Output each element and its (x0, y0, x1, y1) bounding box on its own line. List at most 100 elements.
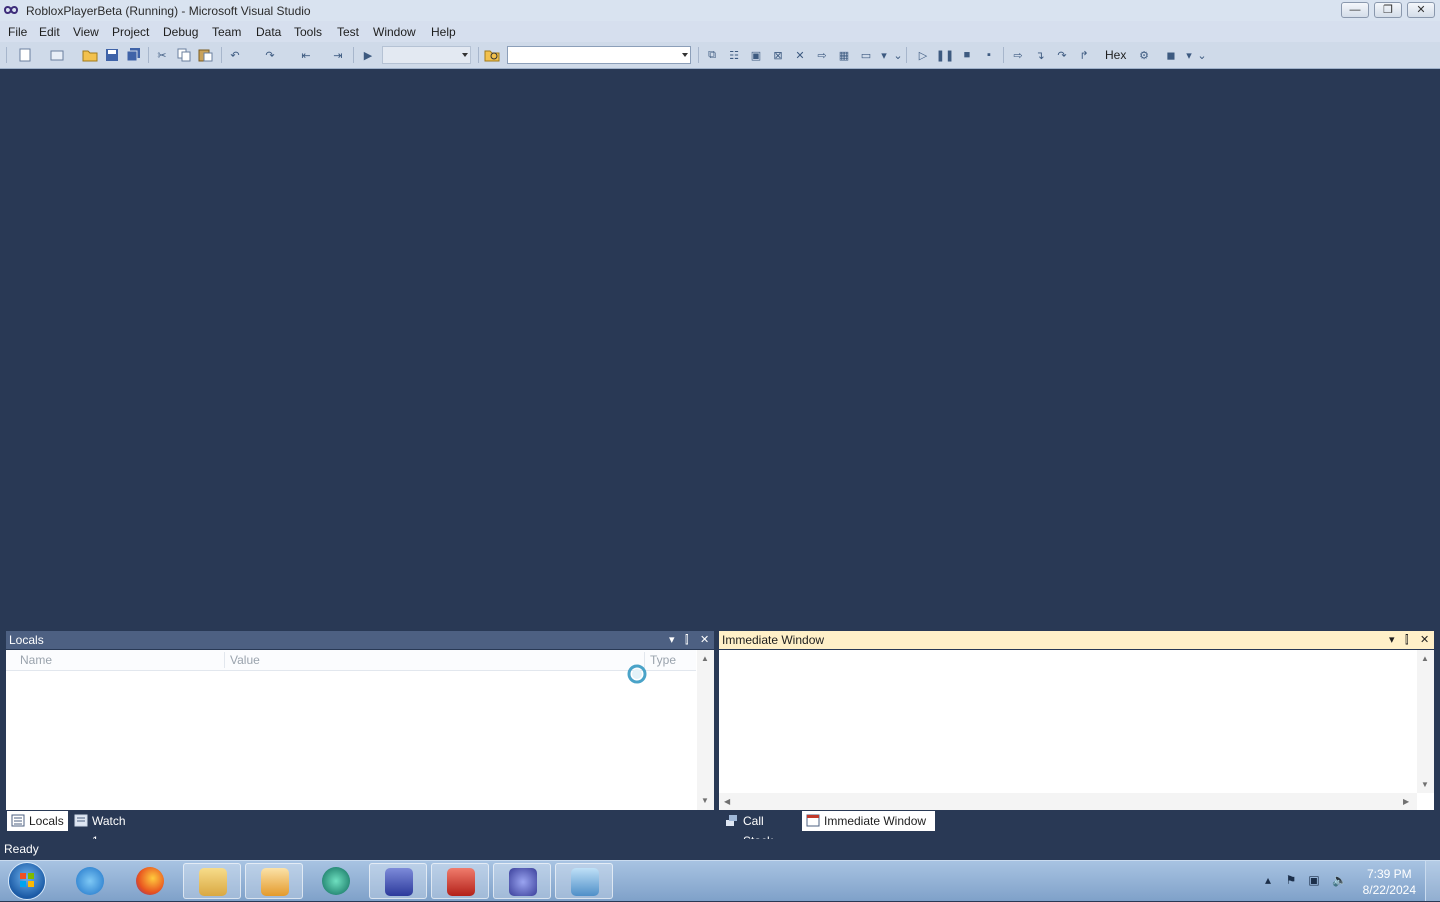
column-type[interactable]: Type (650, 653, 676, 667)
windows-icon[interactable]: ◼ (1163, 47, 1179, 63)
break-all-icon[interactable]: ❚❚ (936, 47, 954, 63)
step-out-icon[interactable]: ↱ (1076, 47, 1092, 63)
immediate-window-editor[interactable]: ▲ ▼ ◀ ▶ (719, 650, 1434, 810)
internet-explorer-icon (76, 867, 104, 895)
menu-test[interactable]: Test (337, 25, 359, 39)
solution-explorer-icon[interactable]: ⧉ (704, 47, 720, 63)
restart-icon[interactable]: ▪ (981, 47, 997, 63)
tab-locals[interactable]: Locals (7, 811, 68, 831)
close-icon: ✕ (1416, 4, 1426, 16)
restore-button[interactable]: ❐ (1374, 2, 1402, 18)
taskbar-media-player[interactable] (245, 863, 303, 899)
menu-help[interactable]: Help (431, 25, 456, 39)
action-center-flag-icon[interactable]: ⚑ (1284, 873, 1298, 887)
menu-project[interactable]: Project (112, 25, 149, 39)
close-button[interactable]: ✕ (1407, 2, 1435, 18)
close-icon[interactable]: ✕ (700, 631, 709, 649)
tab-call-stack[interactable]: Call Stack (721, 811, 801, 848)
redo-icon[interactable]: ↷ (262, 47, 278, 63)
menu-debug[interactable]: Debug (163, 25, 198, 39)
menu-tools[interactable]: Tools (294, 25, 322, 39)
scroll-right-icon[interactable]: ▶ (1403, 797, 1409, 806)
start-button[interactable] (8, 862, 46, 900)
continue-icon[interactable]: ▷ (915, 47, 931, 63)
network-icon[interactable]: ▣ (1307, 873, 1321, 887)
immediate-window-header[interactable]: Immediate Window ▾ ⫿ ✕ (719, 631, 1434, 649)
menu-data[interactable]: Data (256, 25, 281, 39)
taskbar-visual-studio-tool[interactable] (369, 863, 427, 899)
save-all-icon[interactable] (126, 47, 142, 63)
start-page-icon[interactable]: ⇨ (814, 47, 830, 63)
minimize-button[interactable]: — (1341, 2, 1369, 18)
show-desktop-button[interactable] (1425, 861, 1440, 901)
tab-label: Immediate Window (824, 814, 927, 828)
taskbar-file-explorer[interactable] (183, 863, 241, 899)
navigate-backward-icon[interactable]: ⇤ (298, 47, 314, 63)
add-item-icon[interactable] (49, 47, 65, 63)
menu-view[interactable]: View (73, 25, 99, 39)
panel-dropdown-icon[interactable]: ▾ (669, 631, 675, 649)
toolbar-overflow-icon[interactable]: ⌄ (890, 47, 906, 63)
column-value[interactable]: Value (230, 653, 260, 667)
save-icon[interactable] (104, 47, 120, 63)
taskbar-control-panel[interactable] (555, 863, 613, 899)
menu-window[interactable]: Window (373, 25, 416, 39)
pin-icon[interactable]: ⫿ (1405, 631, 1409, 649)
scroll-left-icon[interactable]: ◀ (724, 797, 730, 806)
breakpoints-icon[interactable]: ⚙ (1136, 47, 1152, 63)
new-project-icon[interactable] (17, 47, 33, 63)
chevron-down-icon (462, 53, 468, 57)
step-into-icon[interactable]: ↴ (1032, 47, 1048, 63)
show-hidden-icons-icon[interactable]: ▴ (1261, 873, 1275, 887)
taskbar-app-green[interactable] (307, 863, 365, 899)
system-clock[interactable]: 7:39 PM 8/22/2024 (1363, 866, 1416, 898)
navigate-forward-icon[interactable]: ⇥ (330, 47, 346, 63)
taskbar-internet-explorer[interactable] (61, 863, 119, 899)
scroll-down-icon[interactable]: ▼ (1421, 780, 1429, 789)
properties-window-icon[interactable]: ☷ (726, 47, 742, 63)
locals-panel-header[interactable]: Locals ▾ ⫿ ✕ (6, 631, 714, 649)
solution-configuration-combo[interactable] (382, 46, 471, 64)
start-debugging-icon[interactable]: ▶ (360, 47, 376, 63)
immediate-horizontal-scrollbar[interactable]: ◀ ▶ (719, 793, 1417, 810)
scroll-up-icon[interactable]: ▲ (1421, 654, 1429, 663)
menu-file[interactable]: File (8, 25, 27, 39)
immediate-window-title: Immediate Window (722, 633, 825, 647)
toolbar-overflow-icon[interactable]: ⌄ (1194, 47, 1210, 63)
tools-options-icon[interactable]: ✕ (792, 47, 808, 63)
tab-immediate-window[interactable]: Immediate Window (802, 811, 935, 831)
object-browser-icon[interactable]: ▣ (748, 47, 764, 63)
open-file-icon[interactable] (82, 47, 98, 63)
copy-icon[interactable] (176, 47, 192, 63)
panel-dropdown-icon[interactable]: ▾ (1389, 631, 1395, 649)
step-over-icon[interactable]: ↷ (1054, 47, 1070, 63)
close-icon[interactable]: ✕ (1420, 631, 1429, 649)
taskbar-firefox[interactable] (121, 863, 179, 899)
locals-vertical-scrollbar[interactable]: ▲ ▼ (697, 650, 714, 810)
paste-icon[interactable] (198, 47, 214, 63)
find-combo[interactable] (507, 46, 691, 64)
taskbar-visual-studio[interactable] (493, 863, 551, 899)
column-divider[interactable] (224, 652, 225, 668)
taskbar-toolbox-app[interactable] (431, 863, 489, 899)
volume-muted-icon[interactable]: 🔈 (1332, 873, 1347, 887)
menu-team[interactable]: Team (212, 25, 241, 39)
toolbox-icon[interactable]: ⊠ (770, 47, 786, 63)
cut-icon[interactable]: ✂ (154, 47, 170, 63)
stop-debugging-icon[interactable]: ■ (959, 47, 975, 63)
undo-icon[interactable]: ↶ (227, 47, 243, 63)
class-view-icon[interactable]: ▦ (836, 47, 852, 63)
column-name[interactable]: Name (20, 653, 52, 667)
hexadecimal-display-button[interactable]: Hex (1105, 48, 1126, 62)
show-next-statement-icon[interactable]: ⇨ (1010, 47, 1026, 63)
menu-edit[interactable]: Edit (39, 25, 60, 39)
command-window-icon[interactable]: ▭ (858, 47, 874, 63)
pin-icon[interactable]: ⫿ (685, 631, 689, 649)
immediate-vertical-scrollbar[interactable]: ▲ ▼ (1417, 650, 1434, 793)
find-in-files-icon[interactable] (484, 47, 500, 63)
scroll-up-icon[interactable]: ▲ (701, 654, 709, 663)
scroll-down-icon[interactable]: ▼ (701, 796, 709, 805)
locals-panel: Name Value Type ▲ ▼ (6, 650, 714, 810)
toolbar-grip[interactable] (6, 47, 7, 63)
tab-watch-1[interactable]: Watch 1 (70, 811, 140, 848)
